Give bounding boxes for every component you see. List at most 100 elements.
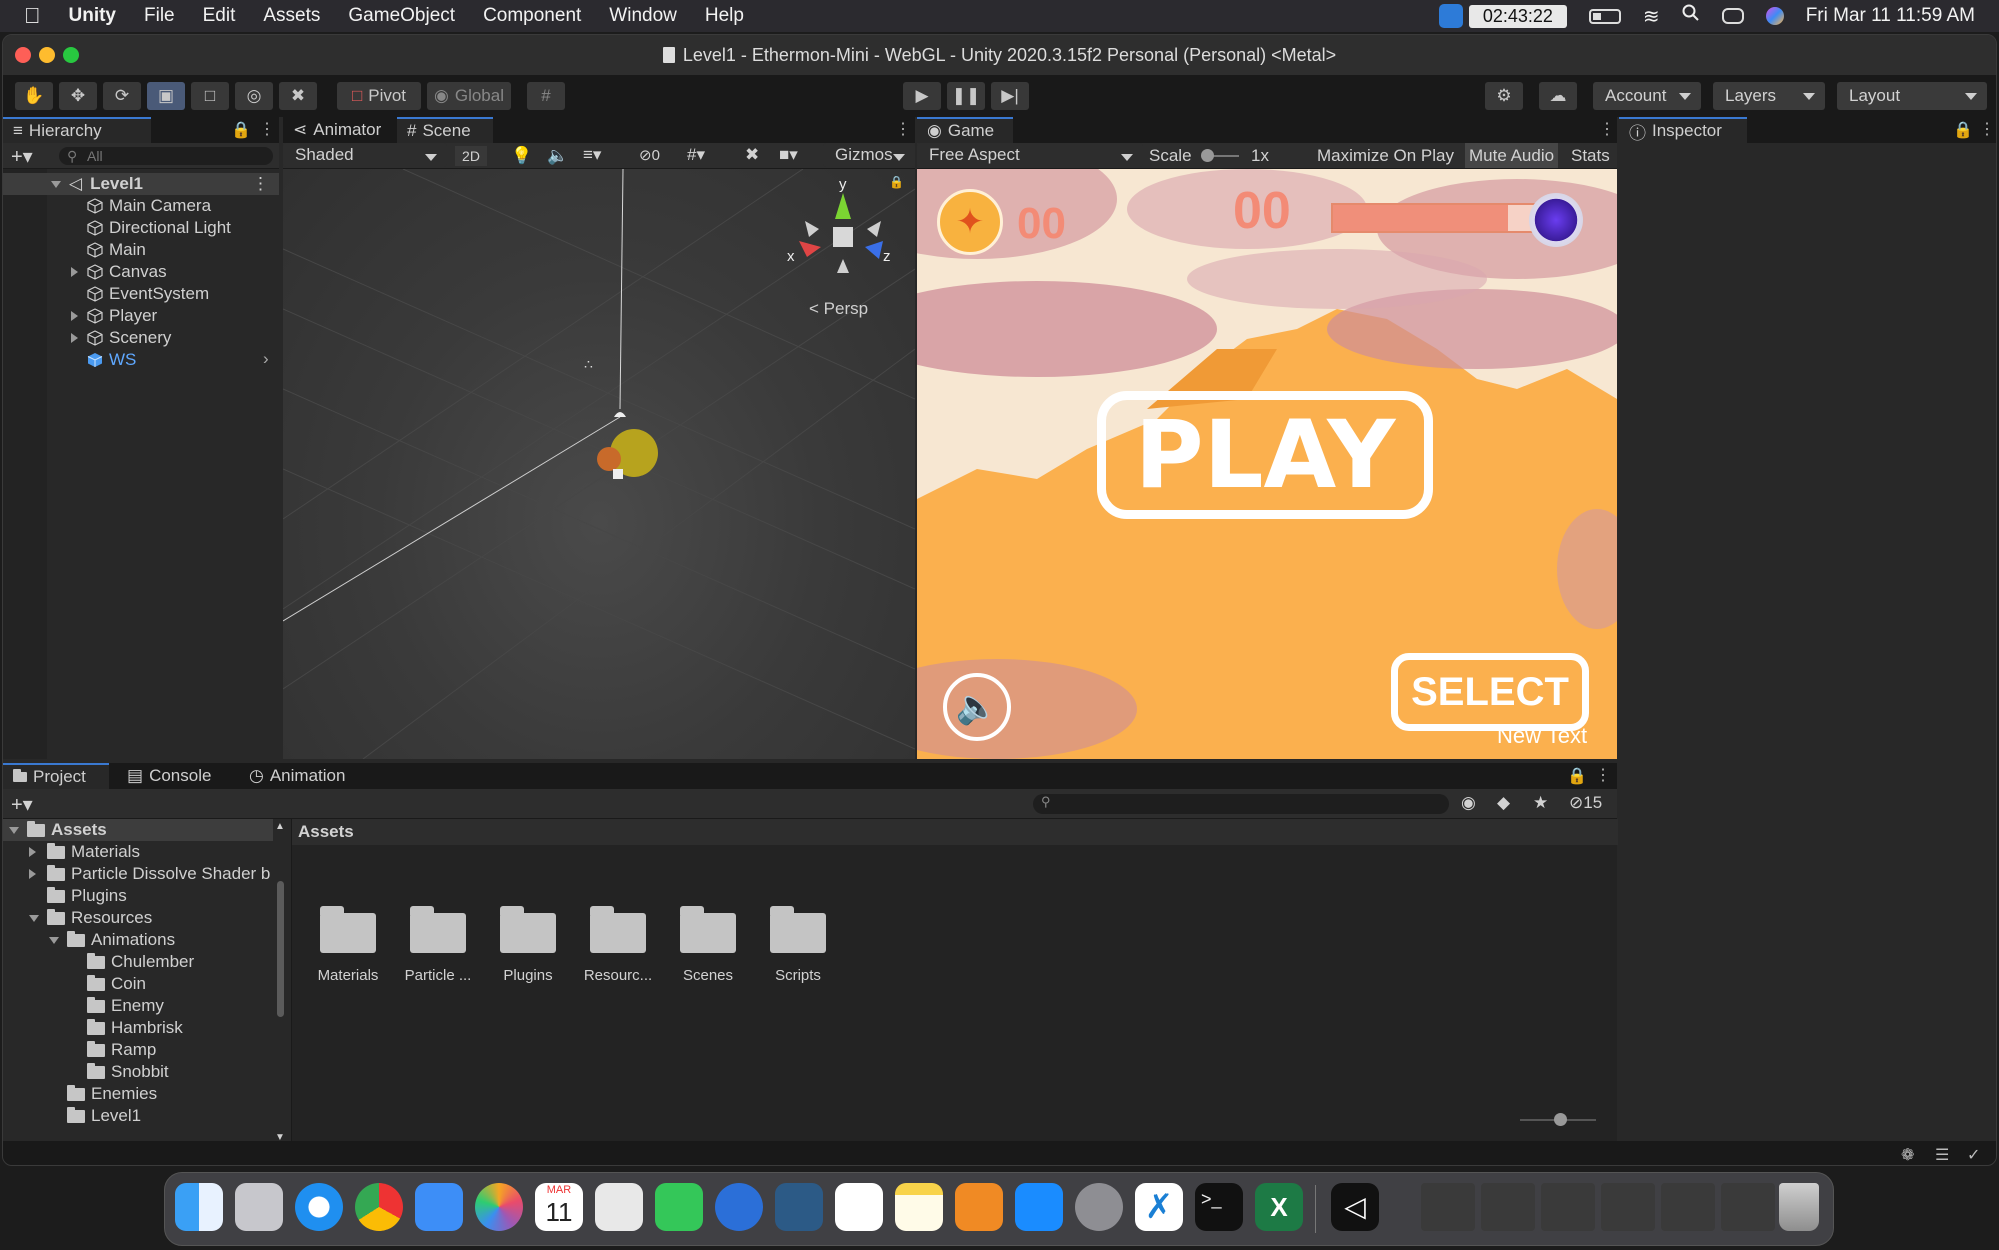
rect-tool-button[interactable]: □ xyxy=(191,82,229,110)
minimized-window-1[interactable] xyxy=(1421,1183,1475,1231)
tab-game[interactable]: ◉ Game xyxy=(917,117,1013,143)
unity-hub-icon[interactable] xyxy=(595,1183,643,1231)
audio-toggle-icon[interactable]: 🔈 xyxy=(547,146,568,166)
tree-item-plugins[interactable]: Plugins xyxy=(47,885,127,907)
hand-tool-button[interactable]: ✋ xyxy=(15,82,53,110)
tree-item-level1[interactable]: Level1 xyxy=(67,1105,141,1127)
hierarchy-item-main[interactable]: Main xyxy=(87,239,146,261)
hierarchy-root-level1[interactable]: ◁ Level1 ⋮ xyxy=(3,173,279,195)
menu-assets[interactable]: Assets xyxy=(263,5,320,27)
grid-snap-button[interactable]: # xyxy=(527,82,565,110)
minimized-window-4[interactable] xyxy=(1601,1183,1655,1231)
expand-player-arrow-icon[interactable] xyxy=(71,311,78,321)
zoom-slider[interactable] xyxy=(1520,1113,1596,1126)
hidden-objects-icon[interactable]: ⊘0 xyxy=(639,146,660,164)
transform-tool-button[interactable]: ◎ xyxy=(235,82,273,110)
root-more-icon[interactable]: ⋮ xyxy=(252,174,269,194)
project-more-icon[interactable]: ⋮ xyxy=(1595,765,1611,785)
scroll-up-arrow-icon[interactable]: ▲ xyxy=(275,821,285,832)
tree-item-chulember[interactable]: Chulember xyxy=(87,951,194,973)
expand-scenery-arrow-icon[interactable] xyxy=(71,333,78,343)
collab-icon[interactable]: ⚙ xyxy=(1485,82,1523,110)
menu-file[interactable]: File xyxy=(144,5,175,27)
hierarchy-search-input[interactable]: ⚲ All xyxy=(59,147,273,165)
mute-audio-toggle[interactable]: Mute Audio xyxy=(1465,143,1559,168)
tree-item-enemies[interactable]: Enemies xyxy=(67,1083,157,1105)
breadcrumb-assets[interactable]: Assets xyxy=(298,822,354,841)
safari-icon[interactable] xyxy=(295,1183,343,1231)
game-view[interactable]: ✦ 00 00 PLAY 🔈 SELECT New Text xyxy=(917,169,1617,759)
hierarchy-item-scenery[interactable]: Scenery xyxy=(87,327,171,349)
notes-icon[interactable] xyxy=(895,1183,943,1231)
shading-dropdown[interactable]: Shaded xyxy=(283,143,447,167)
finder-icon[interactable] xyxy=(175,1183,223,1231)
cache-icon[interactable]: ☰ xyxy=(1935,1145,1949,1165)
tree-item-enemy[interactable]: Enemy xyxy=(87,995,164,1017)
pages-icon[interactable] xyxy=(955,1183,1003,1231)
scale-slider[interactable] xyxy=(1201,149,1239,162)
asset-folder-materials[interactable]: Materials xyxy=(303,906,393,984)
lighting-toggle-icon[interactable]: 💡 xyxy=(511,146,532,166)
menu-datetime[interactable]: Fri Mar 11 11:59 AM xyxy=(1806,5,1975,27)
app-blue-icon[interactable] xyxy=(715,1183,763,1231)
gizmos-dropdown[interactable]: Gizmos xyxy=(823,143,915,167)
account-dropdown[interactable]: Account xyxy=(1593,82,1701,110)
project-lock-icon[interactable]: 🔒 xyxy=(1567,766,1587,786)
tab-console[interactable]: ▤ Console xyxy=(117,763,223,789)
tree-item-assets[interactable]: Assets xyxy=(3,819,273,841)
materials-expand-icon[interactable] xyxy=(29,847,36,857)
asset-folder-scenes[interactable]: Scenes xyxy=(663,906,753,984)
asset-folder-scripts[interactable]: Scripts xyxy=(753,906,843,984)
vscode-icon[interactable]: ✗ xyxy=(1135,1183,1183,1231)
scale-tool-button[interactable]: ▣ xyxy=(147,82,185,110)
tree-item-snobbit[interactable]: Snobbit xyxy=(87,1061,169,1083)
aspect-dropdown[interactable]: Free Aspect xyxy=(917,143,1143,167)
resources-expand-icon[interactable] xyxy=(29,915,39,922)
zoom-slider-thumb[interactable] xyxy=(1554,1113,1567,1126)
photos-icon[interactable] xyxy=(475,1183,523,1231)
terminal-icon[interactable]: >_ xyxy=(1195,1183,1243,1231)
move-tool-button[interactable]: ✥ xyxy=(59,82,97,110)
battery-icon[interactable] xyxy=(1588,8,1621,24)
search-by-label-icon[interactable]: ◆ xyxy=(1497,793,1510,813)
hierarchy-item-main-camera[interactable]: Main Camera xyxy=(87,195,211,217)
effects-toggle-icon[interactable]: ≡▾ xyxy=(583,145,601,165)
calendar-icon[interactable]: MAR 11 xyxy=(535,1183,583,1231)
apple-icon[interactable]:  xyxy=(24,3,41,29)
siri-icon[interactable] xyxy=(1765,7,1784,25)
tree-item-coin[interactable]: Coin xyxy=(87,973,146,995)
cloud-icon[interactable]: ☁ xyxy=(1539,82,1577,110)
ws-open-prefab-chevron-icon[interactable]: › xyxy=(263,349,269,369)
tab-hierarchy[interactable]: ≡ Hierarchy xyxy=(3,117,151,143)
menu-gameobject[interactable]: GameObject xyxy=(348,5,455,27)
game-more-icon[interactable]: ⋮ xyxy=(1599,119,1615,139)
menu-app-name[interactable]: Unity xyxy=(69,5,117,27)
step-button[interactable]: ▶| xyxy=(991,82,1029,110)
hierarchy-more-icon[interactable]: ⋮ xyxy=(259,119,275,139)
animations-expand-icon[interactable] xyxy=(49,937,59,944)
mysql-workbench-icon[interactable] xyxy=(775,1183,823,1231)
wifi-icon[interactable]: ≋ xyxy=(1643,4,1660,29)
bug-debug-icon[interactable]: ❁ xyxy=(1901,1145,1914,1165)
pivot-toggle[interactable]: □ Pivot xyxy=(337,82,421,110)
timer-app-icon[interactable] xyxy=(1438,4,1463,28)
tab-animation[interactable]: ◷ Animation xyxy=(239,763,367,789)
global-toggle[interactable]: ◉ Global xyxy=(427,82,511,110)
minimize-window-button[interactable] xyxy=(39,47,55,63)
scene-camera-icon[interactable]: ■▾ xyxy=(779,145,798,165)
inspector-lock-icon[interactable]: 🔒 xyxy=(1953,120,1973,140)
hierarchy-item-player[interactable]: Player xyxy=(87,305,157,327)
menu-help[interactable]: Help xyxy=(705,5,744,27)
play-button[interactable]: ▶ xyxy=(903,82,941,110)
asset-folder-plugins[interactable]: Plugins xyxy=(483,906,573,984)
scene-more-icon[interactable]: ⋮ xyxy=(895,119,911,139)
scale-slider-thumb[interactable] xyxy=(1201,149,1214,162)
orientation-gizmo[interactable]: y x z xyxy=(783,169,893,279)
tree-item-hambrisk[interactable]: Hambrisk xyxy=(87,1017,183,1039)
expand-arrow-icon[interactable] xyxy=(51,181,61,188)
mode-2d-toggle[interactable]: 2D xyxy=(455,146,487,166)
close-window-button[interactable] xyxy=(15,47,31,63)
unity-editor-icon[interactable]: ◁ xyxy=(1331,1183,1379,1231)
pause-button[interactable]: ❚❚ xyxy=(947,82,985,110)
hierarchy-item-eventsystem[interactable]: EventSystem xyxy=(87,283,209,305)
